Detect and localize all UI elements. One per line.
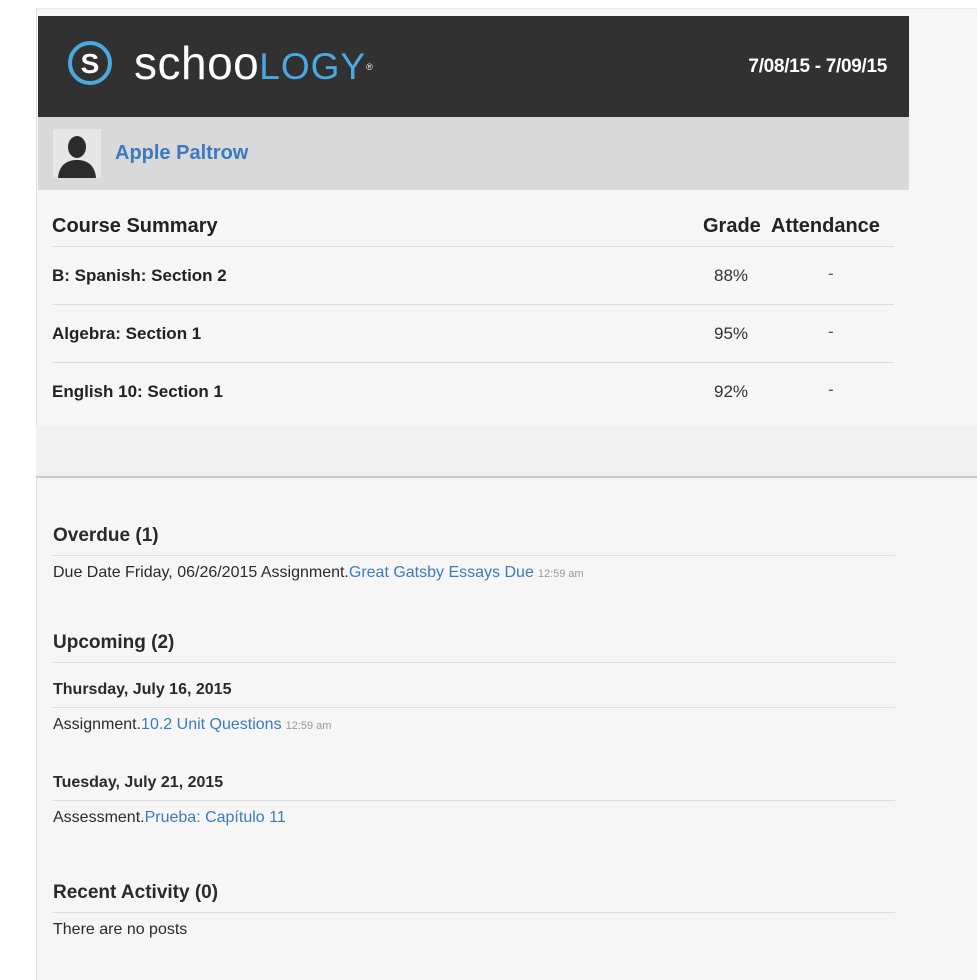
course-grade: 95% (714, 324, 749, 343)
upcoming-section: Upcoming (2) (53, 632, 895, 663)
avatar (53, 129, 101, 178)
grade-column-header: Grade (703, 215, 761, 237)
overdue-item-prefix: Due Date Friday, 06/26/2015 Assignment. (53, 564, 349, 581)
course-grade: 92% (714, 382, 749, 401)
course-attendance: - (828, 264, 834, 283)
upcoming-item-prefix: Assignment. (53, 716, 142, 733)
date-range: 7/08/15 - 7/09/15 (748, 56, 887, 77)
student-name-link[interactable]: Apple Paltrow (115, 142, 248, 165)
overdue-title: Overdue (1) (53, 525, 895, 556)
course-summary-title: Course Summary (52, 215, 218, 237)
course-attendance: - (828, 322, 834, 341)
course-grade: 88% (714, 266, 749, 285)
attendance-column-header: Attendance (771, 215, 880, 237)
recent-activity-empty: There are no posts (53, 921, 188, 938)
logo-letter: S (80, 48, 100, 79)
upcoming-group: Tuesday, July 21, 2015 Assessment.Prueba… (53, 774, 895, 827)
course-row: B: Spanish: Section 2 88% - (52, 247, 894, 305)
course-row: Algebra: Section 1 95% - (52, 305, 894, 363)
digest-header: S schooLOGY® 7/08/15 - 7/09/15 (38, 16, 909, 117)
upcoming-date: Thursday, July 16, 2015 (53, 681, 895, 708)
course-name: Algebra: Section 1 (52, 324, 202, 343)
upcoming-title: Upcoming (2) (53, 632, 895, 663)
upcoming-item-time: 12:59 am (285, 720, 332, 732)
upcoming-item: Assessment.Prueba: Capítulo 11 (53, 801, 895, 827)
overdue-item-link[interactable]: Great Gatsby Essays Due (349, 564, 534, 581)
upcoming-date: Tuesday, July 21, 2015 (53, 774, 895, 801)
schoology-logo-icon: S (68, 41, 112, 85)
wordmark-part-b: LOGY (259, 46, 367, 87)
course-name: English 10: Section 1 (52, 382, 223, 401)
course-summary-table: Course Summary Grade Attendance B: Spani… (52, 190, 894, 420)
overdue-item-time: 12:59 am (537, 568, 584, 580)
trademark-mark: ® (366, 62, 374, 72)
course-row: English 10: Section 1 92% - (52, 363, 894, 420)
wordmark-part-a: schoo (134, 37, 260, 89)
recent-activity-section: Recent Activity (0) There are no posts (53, 882, 895, 939)
overdue-section: Overdue (1) Due Date Friday, 06/26/2015 … (53, 525, 895, 582)
course-summary-header: Course Summary Grade Attendance (52, 190, 894, 247)
upcoming-item-link[interactable]: 10.2 Unit Questions (141, 716, 282, 733)
section-divider (36, 426, 977, 478)
recent-activity-title: Recent Activity (0) (53, 882, 895, 913)
person-silhouette-icon (53, 129, 101, 178)
course-name: B: Spanish: Section 2 (52, 266, 227, 285)
student-bar: Apple Paltrow (38, 117, 909, 190)
upcoming-item: Assignment.10.2 Unit Questions 12:59 am (53, 708, 895, 734)
schoology-wordmark: schooLOGY® (134, 40, 373, 90)
course-attendance: - (828, 380, 834, 399)
upcoming-item-link[interactable]: Prueba: Capítulo 11 (145, 809, 286, 826)
overdue-item: Due Date Friday, 06/26/2015 Assignment.G… (53, 556, 895, 582)
upcoming-group: Thursday, July 16, 2015 Assignment.10.2 … (53, 681, 895, 734)
upcoming-item-prefix: Assessment. (53, 809, 145, 826)
